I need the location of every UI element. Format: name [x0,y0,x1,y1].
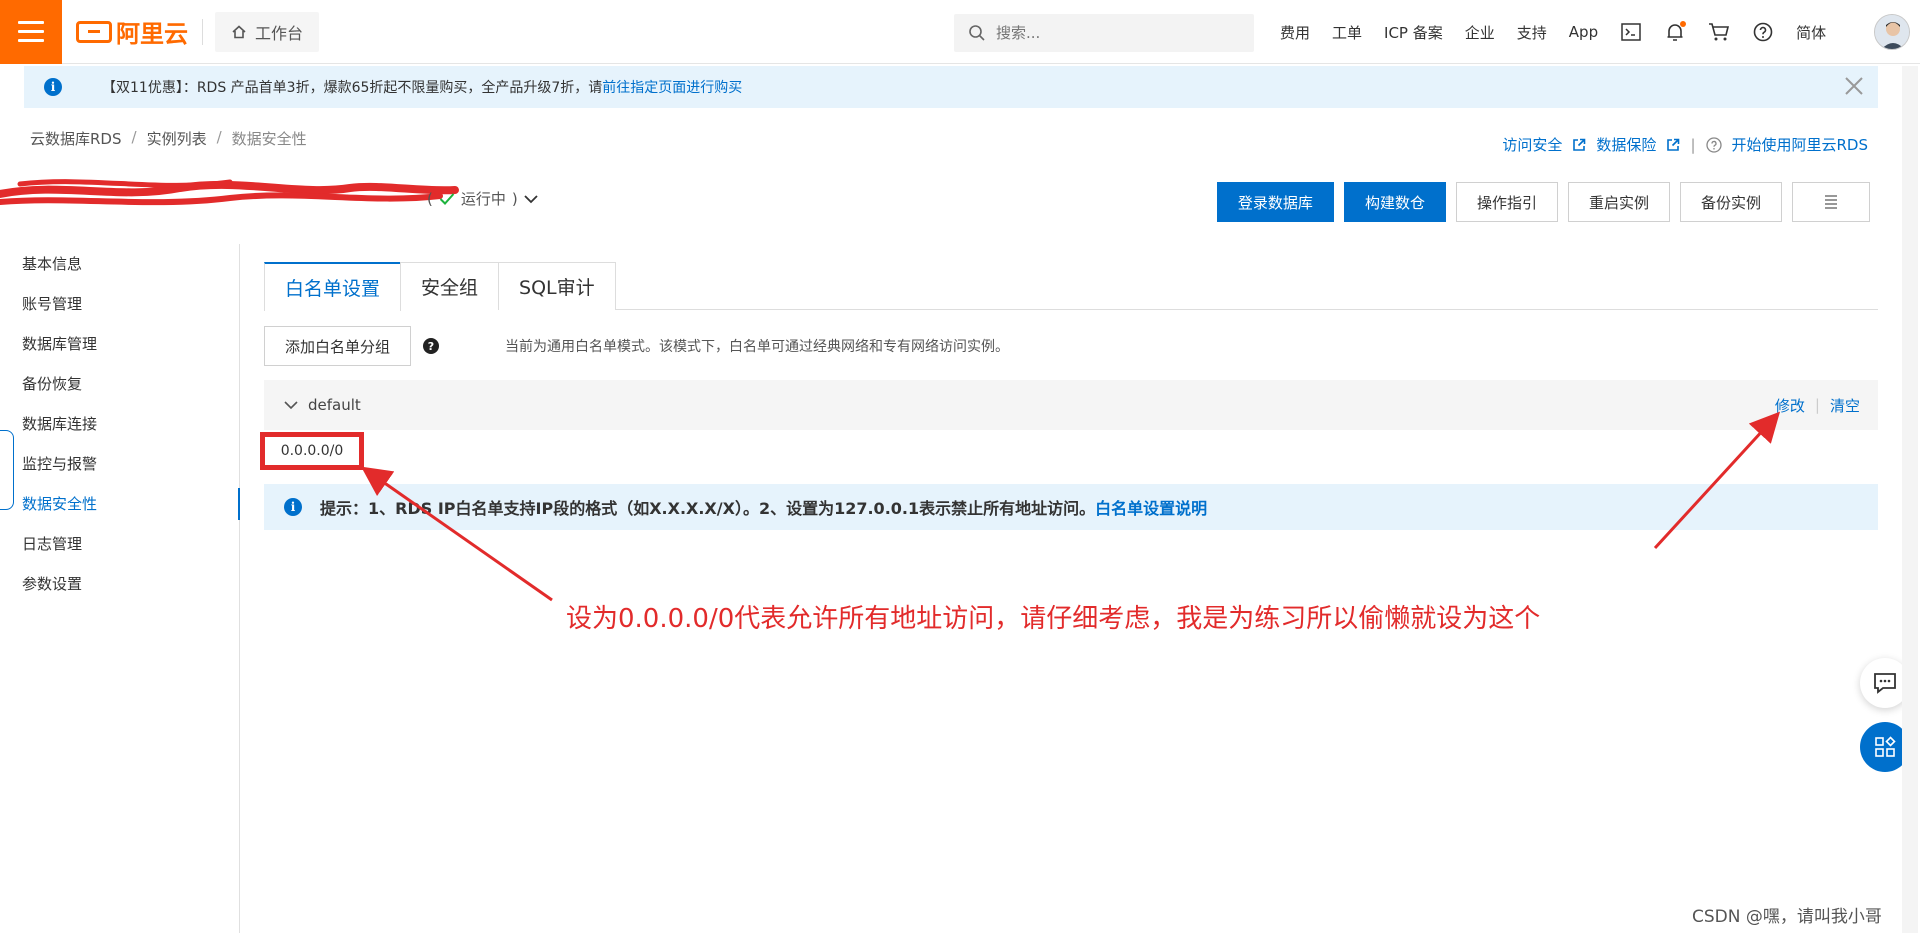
operation-guide-button[interactable]: 操作指引 [1455,182,1558,222]
banner-link[interactable]: 前往指定页面进行购买 [602,80,742,96]
page-scrollbar[interactable] [1902,66,1918,933]
promo-banner: i 【双11优惠】：RDS 产品首单3折，爆款65折起不限量购买，全产品升级7折… [24,66,1878,108]
whitelist-docs-link[interactable]: 白名单设置说明 [1095,499,1207,518]
tab-sql-audit[interactable]: SQL审计 [498,262,616,310]
workbench-button[interactable]: 工作台 [215,11,320,52]
build-warehouse-button[interactable]: 构建数仓 [1343,182,1446,222]
edit-link[interactable]: 修改 [1775,395,1805,416]
tip-message: 提示：1、RDS IP白名单支持IP段的格式（如X.X.X.X/X）。2、设置为… [320,499,1096,518]
cart-icon[interactable] [1708,21,1730,43]
divider: | [1814,396,1820,414]
notification-dot [1680,21,1687,27]
whitelist-mode-description: 当前为通用白名单模式。该模式下，白名单可通过经典网络和专有网络访问实例。 [505,339,1009,355]
hamburger-menu-icon[interactable] [0,0,62,64]
divider [202,18,203,45]
sidebar-item-logs[interactable]: 日志管理 [0,524,239,564]
group-name: default [308,396,361,414]
breadcrumb-instance-list[interactable]: 实例列表 [147,128,207,149]
aliyun-logo[interactable]: 阿里云 [76,0,188,64]
language-switch[interactable]: 简体 [1796,22,1826,43]
redacted-instance-name [0,179,459,206]
top-link-icp[interactable]: ICP 备案 [1384,22,1443,43]
check-icon [439,192,455,205]
more-menu-button[interactable] [1792,182,1870,222]
top-link-tickets[interactable]: 工单 [1332,22,1362,43]
terminal-icon[interactable] [1620,21,1642,43]
breadcrumb-separator: / [216,128,222,146]
paren-open: ( [427,189,433,208]
watermark: CSDN @嘿，请叫我小哥 [1692,907,1882,927]
apps-grid-icon [1875,736,1896,757]
access-security-link[interactable]: 访问安全 [1502,134,1562,155]
banner-text: 【双11优惠】：RDS 产品首单3折，爆款65折起不限量购买，全产品升级7折，请… [102,77,742,97]
get-started-link[interactable]: 开始使用阿里云RDS [1732,134,1869,155]
ip-value: 0.0.0.0/0 [280,443,344,459]
annotation-note: 设为0.0.0.0/0代表允许所有地址访问，请仔细考虑，我是为练习所以偷懒就设为… [566,604,1541,634]
workbench-label: 工作台 [255,23,304,43]
logo-text: 阿里云 [116,20,188,48]
whitelist-group-header: default 修改 | 清空 [264,380,1878,430]
breadcrumb-current: 数据安全性 [231,130,307,148]
top-link-app[interactable]: App [1569,23,1598,41]
global-search[interactable] [954,14,1254,52]
close-icon[interactable] [1842,74,1866,98]
instance-actions: 登录数据库 构建数仓 操作指引 重启实例 备份实例 [1216,182,1870,222]
external-link-icon [1573,138,1586,151]
paren-close: ) [511,189,518,208]
sidebar-collapse-handle[interactable] [0,430,14,510]
whitelist-tip: i 提示：1、RDS IP白名单支持IP段的格式（如X.X.X.X/X）。2、设… [264,484,1878,530]
clear-link[interactable]: 清空 [1830,395,1860,416]
top-links: 费用 工单 ICP 备案 企业 支持 App 简体 [1280,0,1826,64]
instance-status[interactable]: ( 运行中 ) [427,188,538,209]
info-icon: i [284,498,302,516]
avatar[interactable] [1874,14,1910,50]
data-protection-link[interactable]: 数据保险 [1596,134,1656,155]
tab-whitelist[interactable]: 白名单设置 [264,262,402,311]
help-icon[interactable]: ? [423,338,439,354]
sidebar-item-databases[interactable]: 数据库管理 [0,324,239,364]
search-input[interactable] [996,24,1236,42]
group-actions: 修改 | 清空 [1775,380,1860,430]
tab-security-group[interactable]: 安全组 [400,262,500,310]
help-icon[interactable] [1752,21,1774,43]
add-whitelist-group-button[interactable]: 添加白名单分组 [264,326,412,366]
backup-instance-button[interactable]: 备份实例 [1679,182,1782,222]
top-link-support[interactable]: 支持 [1517,22,1547,43]
chat-icon [1874,673,1896,694]
divider: | [1690,135,1696,154]
status-text: 运行中 [460,190,506,208]
sidebar-item-data-security[interactable]: 数据安全性 [0,484,240,524]
external-link-icon [1667,138,1680,151]
search-icon [969,25,985,41]
sidebar-item-accounts[interactable]: 账号管理 [0,284,239,324]
sidebar-item-backup[interactable]: 备份恢复 [0,364,239,404]
header-links: 访问安全 数据保险 | 开始使用阿里云RDS [1502,134,1868,155]
whitelist-ip-entry: 0.0.0.0/0 [260,432,364,470]
breadcrumb: 云数据库RDS / 实例列表 / 数据安全性 [30,128,307,149]
notification-bell-icon[interactable] [1664,21,1687,43]
login-database-button[interactable]: 登录数据库 [1216,182,1334,222]
security-tabs: 白名单设置 安全组 SQL审计 [264,262,1878,311]
banner-message: 【双11优惠】：RDS 产品首单3折，爆款65折起不限量购买，全产品升级7折，请 [102,80,603,96]
instance-sidebar: 基本信息 账号管理 数据库管理 备份恢复 数据库连接 监控与报警 数据安全性 日… [0,244,240,933]
home-icon [232,24,246,38]
sidebar-item-monitoring[interactable]: 监控与报警 [0,444,239,484]
list-icon [1825,195,1837,209]
info-icon: i [44,78,62,96]
question-circle-icon [1705,136,1722,153]
top-link-enterprise[interactable]: 企业 [1465,22,1495,43]
top-link-billing[interactable]: 费用 [1280,22,1310,43]
logo-mark-icon [76,20,112,43]
breadcrumb-rds[interactable]: 云数据库RDS [30,128,122,149]
sidebar-item-connection[interactable]: 数据库连接 [0,404,239,444]
sidebar-item-basic-info[interactable]: 基本信息 [0,244,239,284]
chevron-down-icon[interactable] [284,400,298,410]
chevron-down-icon[interactable] [524,194,538,204]
sidebar-item-parameters[interactable]: 参数设置 [0,564,239,604]
tip-text: 提示：1、RDS IP白名单支持IP段的格式（如X.X.X.X/X）。2、设置为… [320,495,1207,519]
restart-instance-button[interactable]: 重启实例 [1567,182,1670,222]
breadcrumb-separator: / [131,128,137,146]
